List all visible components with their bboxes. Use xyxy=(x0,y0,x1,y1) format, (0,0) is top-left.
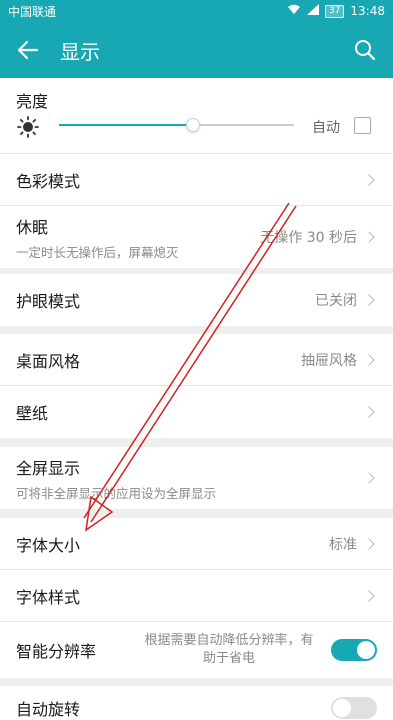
sleep-row[interactable]: 休眠 一定时长无操作后，屏幕熄灭 无操作 30 秒后 xyxy=(0,206,393,268)
signal-icon xyxy=(306,4,319,18)
chevron-right-icon xyxy=(363,406,375,418)
wallpaper-row[interactable]: 壁纸 xyxy=(0,386,393,438)
brightness-sun-icon xyxy=(17,116,39,142)
auto-rotate-toggle[interactable] xyxy=(331,697,377,719)
desktop-style-row[interactable]: 桌面风格 抽屉风格 xyxy=(0,334,393,386)
brightness-slider[interactable] xyxy=(59,118,294,132)
smart-resolution-row: 智能分辨率 根据需要自动降低分辨率，有助于省电 xyxy=(0,622,393,678)
sleep-value: 无操作 30 秒后 xyxy=(260,230,357,246)
battery-icon: 37 xyxy=(324,4,345,18)
chevron-right-icon xyxy=(363,294,375,306)
auto-brightness-checkbox[interactable] xyxy=(354,117,371,134)
brightness-label: 亮度 xyxy=(16,92,49,111)
sleep-label: 休眠 xyxy=(16,217,49,237)
brightness-slider-thumb[interactable] xyxy=(185,118,200,132)
full-screen-sub: 可将非全屏显示的应用设为全屏显示 xyxy=(16,485,217,501)
chevron-right-icon xyxy=(363,537,375,550)
page-title: 显示 xyxy=(60,39,100,64)
eye-comfort-value: 已关闭 xyxy=(315,293,357,309)
font-style-label: 字体样式 xyxy=(16,587,81,607)
back-button[interactable] xyxy=(0,22,56,78)
clock: 13:48 xyxy=(350,4,385,18)
font-size-value: 标准 xyxy=(329,536,357,553)
full-screen-label: 全屏显示 xyxy=(16,458,81,478)
desktop-style-value: 抽屉风格 xyxy=(301,352,357,369)
eye-comfort-row[interactable]: 护眼模式 已关闭 xyxy=(0,274,393,326)
chevron-right-icon xyxy=(363,353,375,366)
sleep-sub: 一定时长无操作后，屏幕熄灭 xyxy=(16,244,179,260)
color-mode-label: 色彩模式 xyxy=(16,171,81,191)
brightness-row: 亮度 xyxy=(0,78,393,154)
group-fonts: 字体大小 标准 字体样式 智能分辨率 根据需要自动降低分辨率，有助于省电 xyxy=(0,518,393,678)
wifi-icon xyxy=(287,4,301,18)
chevron-right-icon xyxy=(363,589,375,602)
chevron-right-icon xyxy=(363,472,375,484)
toggle-knob xyxy=(333,699,351,717)
smart-resolution-toggle[interactable] xyxy=(331,639,377,661)
eye-comfort-label: 护眼模式 xyxy=(16,292,81,311)
font-size-label: 字体大小 xyxy=(16,535,81,555)
smart-resolution-desc: 根据需要自动降低分辨率，有助于省电 xyxy=(144,633,314,666)
toggle-knob xyxy=(357,641,375,659)
group-auto-rotate: 自动旋转 xyxy=(0,686,393,720)
wallpaper-label: 壁纸 xyxy=(16,404,49,423)
search-icon xyxy=(355,40,376,61)
full-screen-row[interactable]: 全屏显示 可将非全屏显示的应用设为全屏显示 xyxy=(0,447,393,509)
font-size-row[interactable]: 字体大小 标准 xyxy=(0,518,393,570)
group-brightness: 亮度 色彩模式 休眠 一定时长无操作后，屏幕熄灭 无操作 30 秒后 xyxy=(0,78,393,268)
color-mode-row[interactable]: 色彩模式 xyxy=(0,154,393,206)
carrier-name: 中国联通 xyxy=(8,4,57,19)
group-full-screen: 全屏显示 可将非全屏显示的应用设为全屏显示 xyxy=(0,447,393,509)
search-button[interactable] xyxy=(337,22,393,78)
app-bar: 显示 xyxy=(0,22,393,78)
auto-rotate-row: 自动旋转 xyxy=(0,686,393,720)
back-arrow-icon xyxy=(17,40,39,60)
font-style-row[interactable]: 字体样式 xyxy=(0,570,393,622)
smart-resolution-label: 智能分辨率 xyxy=(16,642,97,661)
chevron-right-icon xyxy=(363,231,375,243)
group-eye-comfort: 护眼模式 已关闭 xyxy=(0,274,393,326)
chevron-right-icon xyxy=(363,173,375,186)
auto-rotate-label: 自动旋转 xyxy=(16,700,81,719)
auto-brightness-label: 自动 xyxy=(312,120,340,136)
brightness-slider-fill xyxy=(59,124,193,126)
desktop-style-label: 桌面风格 xyxy=(16,351,81,371)
status-bar: 中国联通 37 13:48 xyxy=(0,0,393,22)
group-desktop: 桌面风格 抽屉风格 壁纸 xyxy=(0,334,393,438)
